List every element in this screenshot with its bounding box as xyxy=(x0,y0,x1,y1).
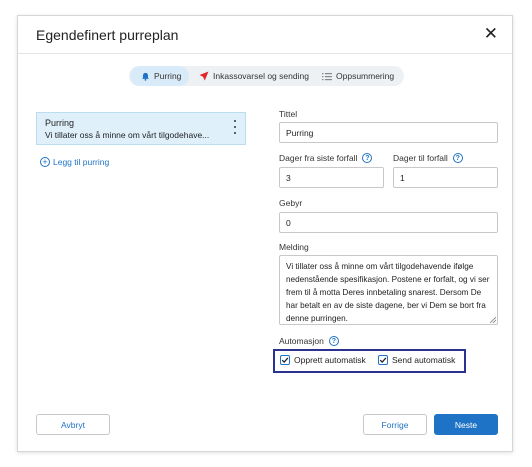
automation-label: Automasjon ? xyxy=(279,336,339,346)
message-textarea[interactable]: Vi tillater oss å minne om vårt tilgodeh… xyxy=(279,255,498,325)
step-purring[interactable]: Purring xyxy=(130,66,189,86)
days-to-due-text: Dager til forfall xyxy=(393,153,448,163)
automation-text: Automasjon xyxy=(279,336,324,346)
list-icon xyxy=(322,72,332,81)
reminder-list-item[interactable]: Purring Vi tillater oss å minne om vårt … xyxy=(36,112,246,145)
message-label: Melding xyxy=(279,242,309,252)
auto-create-checkbox[interactable]: Opprett automatisk xyxy=(280,355,366,365)
days-since-due-label: Dager fra siste forfall ? xyxy=(279,153,373,163)
step-inkassovarsel[interactable]: Inkassovarsel og sending xyxy=(199,66,309,86)
custom-dunning-plan-dialog: Egendefinert purreplan ✕ Purring Inkasso… xyxy=(17,15,513,452)
reminder-title: Purring xyxy=(45,118,75,128)
title-input[interactable]: Purring xyxy=(279,122,498,143)
days-since-due-text: Dager fra siste forfall xyxy=(279,153,358,163)
message-line: denne purringen. xyxy=(286,314,348,323)
fee-label: Gebyr xyxy=(279,198,303,208)
help-icon[interactable]: ? xyxy=(328,336,339,346)
message-line: nedenstående spesifikasjon. Postene er f… xyxy=(286,275,490,284)
header-divider xyxy=(18,53,512,54)
auto-create-label: Opprett automatisk xyxy=(294,355,366,365)
send-icon xyxy=(199,71,209,81)
step-oppsummering[interactable]: Oppsummering xyxy=(322,66,404,86)
add-reminder-label: Legg til purring xyxy=(53,157,110,167)
step-label: Purring xyxy=(154,71,182,81)
days-to-due-input[interactable]: 1 xyxy=(393,167,498,188)
reminder-preview: Vi tillater oss å minne om vårt tilgodeh… xyxy=(45,130,210,140)
checkmark-icon xyxy=(378,355,388,365)
add-reminder-link[interactable]: + Legg til purring xyxy=(40,157,109,167)
previous-button[interactable]: Forrige xyxy=(363,414,427,435)
fee-input[interactable]: 0 xyxy=(279,212,498,233)
title-label: Tittel xyxy=(279,109,298,119)
resize-handle[interactable] xyxy=(490,317,496,323)
add-circle-icon: + xyxy=(40,157,50,167)
days-to-due-label: Dager til forfall ? xyxy=(393,153,463,163)
cancel-button[interactable]: Avbryt xyxy=(36,414,110,435)
step-label: Oppsummering xyxy=(336,71,395,81)
more-options-icon[interactable] xyxy=(233,120,237,134)
message-line: frem til å motta Deres innbetaling snare… xyxy=(286,288,482,297)
checkmark-icon xyxy=(280,355,290,365)
wizard-stepper: Purring Inkassovarsel og sending Oppsumm… xyxy=(129,66,404,86)
help-icon[interactable]: ? xyxy=(452,153,463,163)
auto-send-label: Send automatisk xyxy=(392,355,456,365)
message-line: har betalt en av de siste dagene, ber vi… xyxy=(286,301,486,310)
auto-send-checkbox[interactable]: Send automatisk xyxy=(378,355,455,365)
help-icon[interactable]: ? xyxy=(362,153,373,163)
bell-icon xyxy=(141,72,150,81)
step-label: Inkassovarsel og sending xyxy=(213,71,309,81)
close-icon[interactable]: ✕ xyxy=(484,25,498,43)
dialog-title: Egendefinert purreplan xyxy=(36,27,179,43)
message-line: Vi tillater oss å minne om vårt tilgodeh… xyxy=(286,262,474,271)
automation-options: Opprett automatisk Send automatisk xyxy=(273,349,466,373)
days-since-due-input[interactable]: 3 xyxy=(279,167,384,188)
next-button[interactable]: Neste xyxy=(434,414,498,435)
